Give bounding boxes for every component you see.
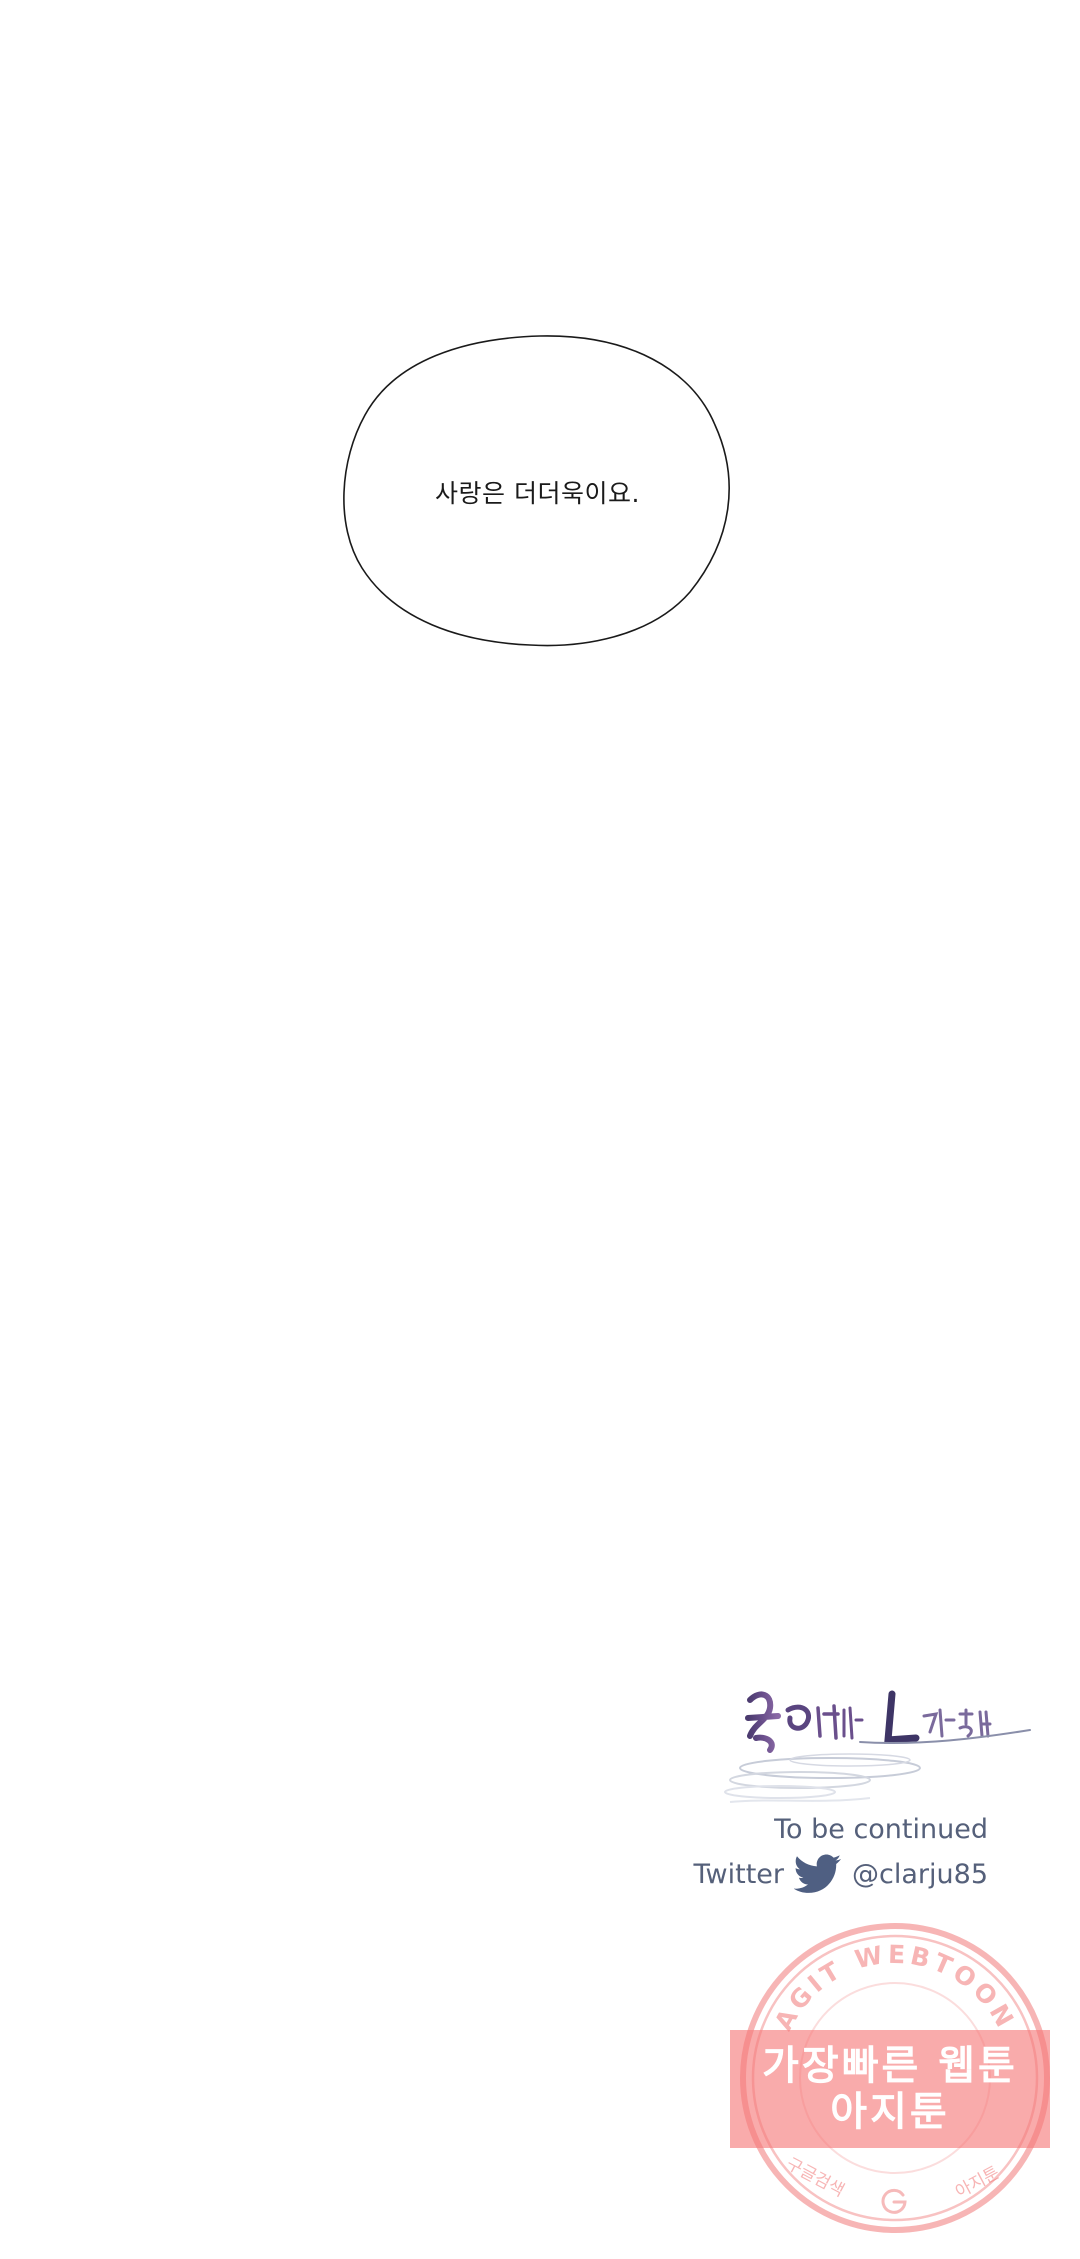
- to-be-continued-text: To be continued: [774, 1814, 988, 1845]
- twitter-credit: Twitter @clarju85: [694, 1852, 988, 1896]
- series-logo-image: [724, 1690, 1031, 1803]
- watermark-line1: 가장빠른 웹툰: [762, 2043, 1018, 2089]
- comic-page: 사랑은 더더욱이요. To be continued Twitter @clar…: [0, 0, 1080, 2259]
- twitter-label: Twitter: [693, 1858, 785, 1890]
- twitter-handle: @clarju85: [852, 1858, 988, 1890]
- series-logo: [710, 1680, 1055, 1820]
- watermark-stamp: AGIT WEBTOON 가장빠른 웹툰 아지툰 구글검색 아지툰: [730, 1918, 1055, 2238]
- google-g-icon: [881, 2188, 907, 2214]
- watermark-banner: 가장빠른 웹툰 아지툰: [730, 2030, 1050, 2148]
- watermark-line2: 아지툰: [830, 2089, 950, 2135]
- speech-bubble-text: 사랑은 더더욱이요.: [435, 479, 640, 508]
- twitter-bird-icon: [794, 1854, 842, 1893]
- speech-bubble: 사랑은 더더욱이요.: [340, 330, 735, 650]
